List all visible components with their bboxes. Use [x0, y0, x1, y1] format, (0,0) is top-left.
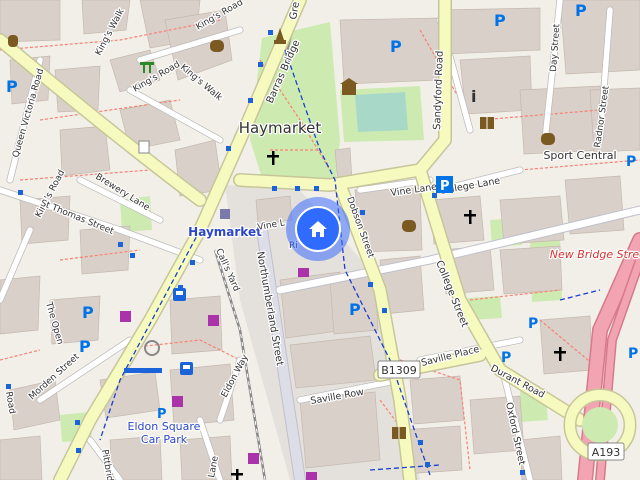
museum-icon[interactable]	[340, 78, 358, 95]
label-road-short: Road	[3, 391, 17, 415]
label-lane-short: Lane	[207, 455, 221, 479]
label-eldon-way: Eldon Way	[220, 353, 251, 400]
shield-b1309: B1309	[377, 360, 421, 379]
parking-icon[interactable]: P	[349, 300, 361, 319]
book-icon[interactable]	[480, 117, 494, 129]
label-pittbridge: Pittbridge	[99, 449, 117, 480]
map-view[interactable]: Haymarket Haymarket Sport Central New Br…	[0, 0, 640, 480]
parking-icon[interactable]: P	[501, 350, 511, 366]
label-saville-row: Saville Row	[310, 387, 365, 407]
bus-icon[interactable]	[173, 288, 186, 301]
info-icon[interactable]: i	[471, 87, 476, 106]
label-oxford-street: Oxford Street	[503, 401, 527, 466]
label-barras-bridge: Barras Bridge	[265, 38, 303, 105]
bus-icon[interactable]	[180, 362, 193, 375]
label-the-open: The Open	[43, 300, 65, 346]
parking-icon[interactable]: P	[626, 154, 636, 170]
shop-icon[interactable]	[208, 315, 219, 326]
label-kings-road-1: King's Road	[195, 0, 245, 33]
label-northumberland-street: Northumberland Street	[254, 251, 285, 367]
shield-a193-text: A193	[592, 446, 621, 459]
parking-icon[interactable]: P	[575, 1, 587, 20]
label-haymarket-area: Haymarket	[239, 119, 322, 137]
label-durant-road: Durant Road	[489, 363, 547, 401]
parking-icon[interactable]: P	[82, 303, 94, 322]
label-saville-place: Saville Place	[420, 344, 481, 369]
church-icon[interactable]	[267, 151, 279, 165]
picnic-icon[interactable]	[140, 62, 154, 73]
label-haymarket-station[interactable]: Haymarket	[187, 224, 263, 241]
parking-icon[interactable]: P	[79, 337, 91, 356]
church-icon[interactable]	[231, 469, 243, 480]
label-radnor-street: Radnor Street	[593, 85, 612, 149]
parking-icon[interactable]: P	[390, 37, 402, 56]
parking-icon: P	[440, 179, 450, 194]
theatre-icon[interactable]	[402, 220, 416, 232]
church-icon[interactable]	[464, 210, 476, 224]
home-icon	[309, 221, 327, 237]
book-icon[interactable]	[392, 427, 406, 439]
label-st-thomas-street: St Thomas Street	[39, 199, 115, 238]
shop-icon[interactable]	[248, 453, 259, 464]
label-kings-walk-1: King's Walk	[94, 7, 127, 58]
label-brewery-lane: Brewery Lane	[93, 172, 151, 213]
shop-icon[interactable]	[220, 209, 230, 219]
theatre-icon[interactable]	[210, 40, 224, 52]
shop-icon[interactable]	[120, 311, 131, 322]
label-new-bridge-street: New Bridge Street	[550, 248, 640, 261]
shield-b1309-text: B1309	[381, 364, 417, 377]
shield-a193: A193	[587, 442, 625, 461]
label-green-short: Gre	[288, 1, 302, 20]
label-sport-central: Sport Central	[543, 149, 616, 162]
parking-icon[interactable]: P	[628, 346, 638, 362]
label-vine-lane-short: Vine L	[257, 218, 286, 233]
monument-icon	[144, 340, 160, 356]
monument-icon[interactable]	[274, 28, 286, 44]
theatre-icon[interactable]	[8, 35, 18, 47]
church-icon[interactable]	[554, 347, 566, 361]
label-sandyford-road: Sandyford Road	[432, 50, 446, 130]
label-calls-yard: Call's Yard	[213, 247, 241, 293]
label-morden-street: Morden Street	[27, 352, 82, 403]
parking-icon[interactable]: P	[494, 11, 506, 30]
parking-sign-boxed[interactable]: P	[436, 176, 453, 194]
label-vine-lane: Vine Lane	[390, 182, 438, 199]
shop-icon[interactable]	[298, 268, 309, 277]
parking-icon[interactable]: P	[157, 407, 167, 422]
shop-icon[interactable]	[306, 472, 317, 480]
museum-icon[interactable]	[138, 140, 150, 154]
parking-icon[interactable]: P	[6, 77, 18, 96]
label-eldon-square-2: Car Park	[141, 433, 188, 446]
label-day-street: Day Street	[549, 23, 562, 72]
home-location-button[interactable]	[286, 197, 350, 261]
label-college-street: College Street	[433, 259, 470, 329]
label-kings-walk-2: King's Walk	[178, 63, 224, 104]
parking-icon[interactable]: P	[528, 316, 538, 332]
shop-icon[interactable]	[172, 396, 183, 407]
theatre-icon[interactable]	[541, 133, 555, 145]
home-button-inner	[295, 206, 341, 252]
label-kings-road-2: King's Road	[132, 60, 182, 95]
